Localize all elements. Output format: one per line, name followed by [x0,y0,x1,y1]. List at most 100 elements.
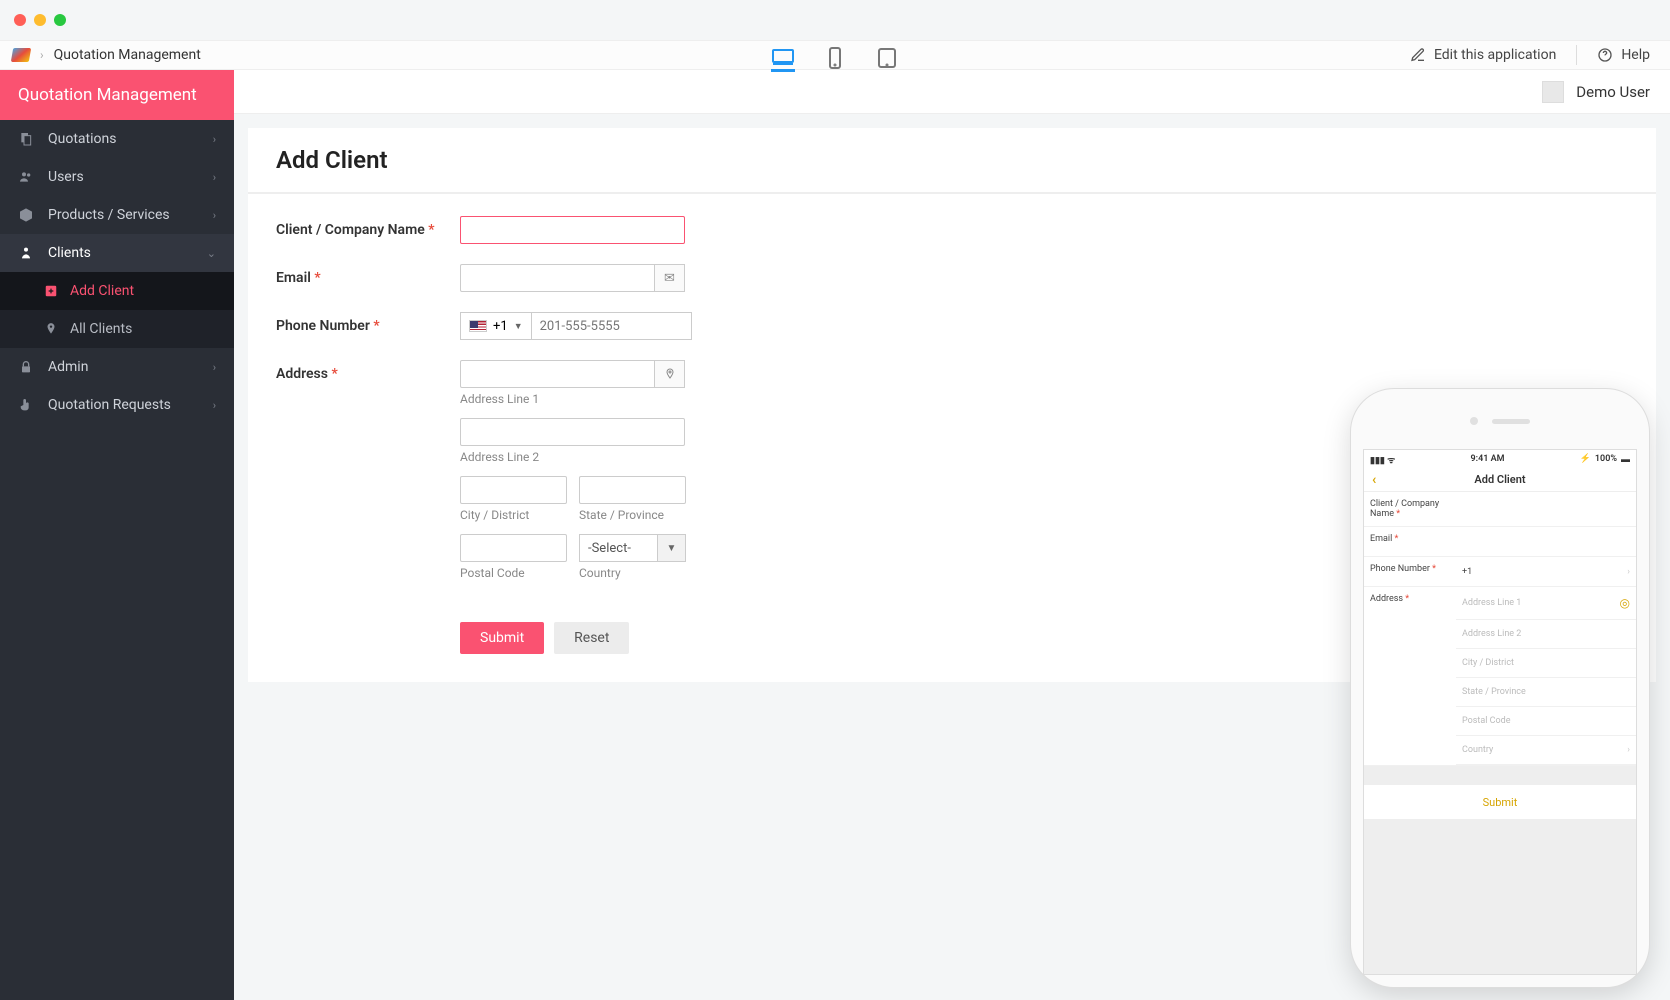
avatar[interactable] [1542,81,1564,103]
box-icon [18,207,34,223]
sidebar-brand[interactable]: Quotation Management [0,70,234,120]
mobile-address-label: Address * [1364,587,1456,611]
sidebar-item-products[interactable]: Products / Services › [0,196,234,234]
sidebar-item-label: Clients [48,245,91,261]
country-select[interactable]: -Select- ▼ [579,534,686,562]
mobile-clientname-input[interactable] [1456,492,1636,526]
location-pin-icon: ◎ [1620,596,1630,610]
city-input[interactable] [460,476,567,504]
sidebar-sub-label: All Clients [70,321,132,337]
help-label: Help [1621,47,1650,63]
mobile-back-button[interactable]: ‹ [1372,472,1376,488]
chevron-right-icon: › [213,399,216,412]
edit-application-button[interactable]: Edit this application [1410,47,1556,63]
country-select-value: -Select- [579,534,658,562]
plus-square-icon [44,284,58,298]
mobile-email-label: Email * [1364,527,1456,556]
sidebar-item-label: Quotation Requests [48,397,171,413]
divider [1576,45,1577,65]
hand-icon [18,397,34,413]
lock-icon [18,359,34,375]
sidebar-item-quotation-requests[interactable]: Quotation Requests › [0,386,234,424]
pin-icon [44,322,58,336]
edit-application-label: Edit this application [1434,47,1556,63]
chevron-right-icon: › [213,133,216,146]
mobile-line1-input[interactable]: Address Line 1◎ [1456,587,1636,620]
postal-input[interactable] [460,534,567,562]
battery-icon: ▬ [1621,454,1630,465]
phone-input[interactable] [532,312,692,340]
location-pin-icon[interactable] [655,360,685,388]
person-icon [18,245,34,261]
email-label: Email * [276,264,460,286]
pencil-icon [1410,47,1426,63]
state-sublabel: State / Province [579,508,686,522]
mobile-state-input[interactable]: State / Province [1456,678,1636,707]
window-titlebar [0,0,1670,40]
reset-button[interactable]: Reset [554,622,629,654]
phone-prefix: +1 [493,319,508,334]
device-phone-icon[interactable] [823,46,847,64]
mobile-country-input[interactable]: Country› [1456,736,1636,765]
client-name-input[interactable] [460,216,685,244]
sidebar-item-users[interactable]: Users › [0,158,234,196]
postal-sublabel: Postal Code [460,566,567,580]
mobile-email-input[interactable] [1456,527,1636,556]
window-close-dot[interactable] [14,14,26,26]
chevron-right-icon: › [213,209,216,222]
address-line1-sublabel: Address Line 1 [460,392,685,406]
sidebar: Quotation Management Quotations › Users … [0,70,234,1000]
page-title: Add Client [248,128,1656,194]
breadcrumb-app[interactable]: Quotation Management [54,47,201,63]
email-input[interactable] [460,264,655,292]
window-minimize-dot[interactable] [34,14,46,26]
meta-bar: › Quotation Management Edit this applica… [0,40,1670,70]
users-icon [18,169,34,185]
sidebar-item-label: Products / Services [48,207,170,223]
help-icon [1597,47,1613,63]
mobile-postal-input[interactable]: Postal Code [1456,707,1636,736]
phone-camera-icon [1470,417,1478,425]
mobile-clientname-label: Client / Company Name * [1364,492,1456,526]
sidebar-item-quotations[interactable]: Quotations › [0,120,234,158]
sidebar-sub-all-clients[interactable]: All Clients [0,310,234,348]
address-line2-sublabel: Address Line 2 [460,450,685,464]
mobile-phone-input[interactable]: +1› [1456,557,1636,586]
mobile-title: Add Client [1474,473,1525,486]
client-name-label: Client / Company Name * [276,216,460,238]
sidebar-item-clients[interactable]: Clients ⌄ [0,234,234,272]
mobile-time: 9:41 AM [1471,454,1505,464]
copy-icon [18,131,34,147]
phone-country-selector[interactable]: +1 ▼ [460,312,532,340]
mobile-city-input[interactable]: City / District [1456,649,1636,678]
address-line2-input[interactable] [460,418,685,446]
mobile-line2-input[interactable]: Address Line 2 [1456,620,1636,649]
mobile-phone-label: Phone Number * [1364,557,1456,586]
email-icon: ✉ [655,264,685,292]
sidebar-sub-label: Add Client [70,283,134,299]
mobile-submit-button[interactable]: Submit [1364,784,1636,820]
help-button[interactable]: Help [1597,47,1650,63]
chevron-down-icon: ▼ [514,321,523,332]
breadcrumb-chevron-icon: › [40,48,44,62]
us-flag-icon [469,320,487,332]
address-line1-input[interactable] [460,360,655,388]
submit-button[interactable]: Submit [460,622,544,654]
bluetooth-icon: ⚡ [1580,454,1591,464]
user-bar: Demo User [234,70,1670,114]
sidebar-sub-add-client[interactable]: Add Client [0,272,234,310]
sidebar-item-label: Users [48,169,84,185]
device-desktop-icon[interactable] [771,46,795,64]
chevron-down-icon: ▼ [658,534,686,562]
state-input[interactable] [579,476,686,504]
sidebar-item-admin[interactable]: Admin › [0,348,234,386]
app-logo-icon[interactable] [11,48,31,62]
mobile-preview: ▮▮▮ ᯤ 9:41 AM ⚡100%▬ ‹ Add Client Client… [1350,388,1650,988]
device-tablet-icon[interactable] [875,46,899,64]
user-name[interactable]: Demo User [1576,83,1650,101]
phone-speaker-icon [1492,419,1530,424]
sidebar-item-label: Admin [48,359,88,375]
chevron-right-icon: › [213,171,216,184]
window-zoom-dot[interactable] [54,14,66,26]
sidebar-item-label: Quotations [48,131,116,147]
